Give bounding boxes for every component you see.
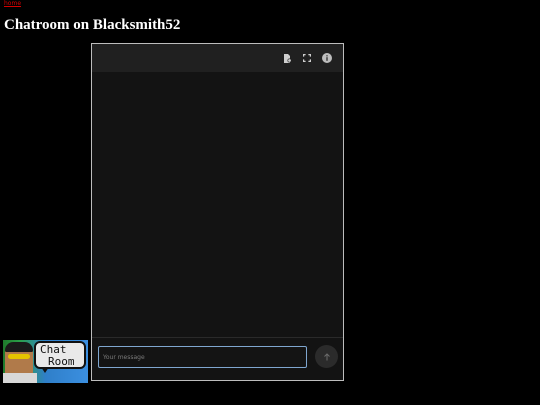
sunglasses-icon (8, 354, 30, 359)
settings-doc-icon[interactable] (281, 52, 293, 64)
chat-toolbar (92, 44, 343, 72)
message-input[interactable] (98, 346, 307, 368)
message-list[interactable] (92, 72, 343, 338)
page-title: Chatroom on Blacksmith52 (4, 17, 181, 33)
page: home Chatroom on Blacksmith52 Your messa… (0, 0, 540, 405)
arrow-up-icon (323, 352, 330, 360)
info-icon[interactable] (321, 52, 333, 64)
chat-window (91, 43, 344, 381)
top-link[interactable]: home (4, 0, 21, 7)
speech-bubble: Chat Room (34, 341, 86, 369)
send-button[interactable] (315, 345, 338, 368)
fullscreen-icon[interactable] (301, 52, 313, 64)
chatroom-banner[interactable]: Chat Room (3, 340, 88, 383)
chat-composer (92, 337, 343, 380)
